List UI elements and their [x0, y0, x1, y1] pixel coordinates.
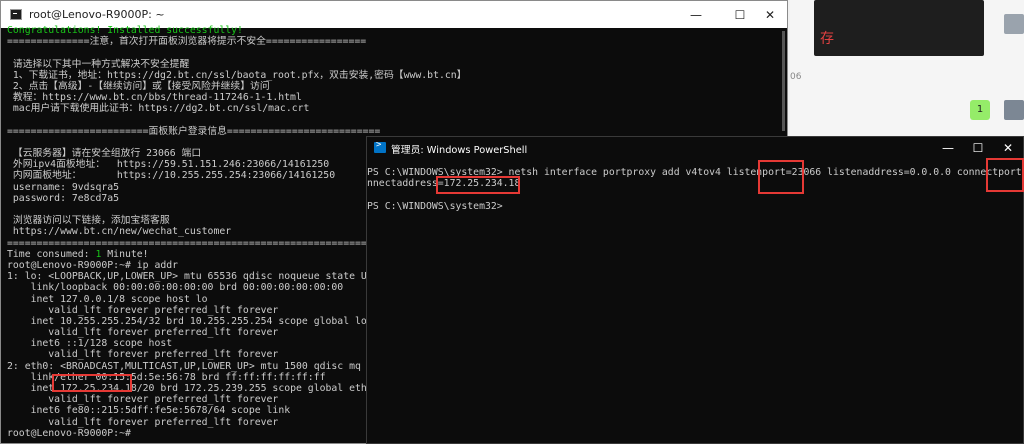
- close-button[interactable]: ✕: [993, 137, 1023, 159]
- avatar[interactable]: [1004, 100, 1024, 120]
- terminal-line: ==============注意，首次打开面板浏览器将提示不安全========…: [7, 36, 367, 48]
- powershell-titlebar[interactable]: 管理员: Windows PowerShell — ☐ ✕: [367, 137, 1023, 159]
- terminal-titlebar[interactable]: root@Lenovo-R9000P: ~ — ☐ ✕: [1, 1, 787, 28]
- terminal-scrollbar[interactable]: [782, 31, 785, 131]
- terminal-line: Congratulations! Installed successfully!: [7, 25, 243, 36]
- ps-line: PS C:\WINDOWS\system32>: [367, 200, 503, 212]
- minimize-button[interactable]: —: [933, 137, 963, 159]
- highlight-box-connectport: [986, 158, 1024, 192]
- terminal-title: root@Lenovo-R9000P: ~: [29, 8, 165, 21]
- maximize-button[interactable]: ☐: [963, 137, 993, 159]
- chat-time: 06: [790, 72, 802, 82]
- highlight-box-ip: [52, 374, 132, 392]
- minimize-button[interactable]: —: [677, 5, 715, 25]
- avatar[interactable]: [1004, 14, 1024, 34]
- powershell-title: 管理员: Windows PowerShell: [391, 145, 528, 156]
- chat-red-text: 存: [820, 31, 834, 47]
- terminal-line: mac用户请下载使用此证书：https://dg2.bt.cn/ssl/mac.…: [7, 103, 310, 115]
- close-button[interactable]: ✕: [751, 5, 789, 25]
- terminal-line: 1、下载证书，地址：https://dg2.bt.cn/ssl/baota_ro…: [7, 69, 467, 81]
- highlight-box-connectaddress: [436, 176, 520, 194]
- powershell-icon: [374, 140, 386, 153]
- highlight-box-listenport: [758, 160, 804, 194]
- terminal-line: 请选择以下其中一种方式解决不安全提醒: [7, 58, 190, 70]
- powershell-output[interactable]: PS C:\WINDOWS\system32> netsh interface …: [367, 167, 1023, 443]
- terminal-line: 2、点击【高级】-【继续访问】或【接受风险并继续】访问: [7, 80, 270, 92]
- terminal-line: 教程：https://www.bt.cn/bbs/thread-117246-1…: [7, 92, 302, 104]
- terminal-icon: [10, 9, 22, 20]
- chat-bubble[interactable]: 1: [970, 100, 990, 120]
- chat-dark-card[interactable]: [814, 0, 984, 56]
